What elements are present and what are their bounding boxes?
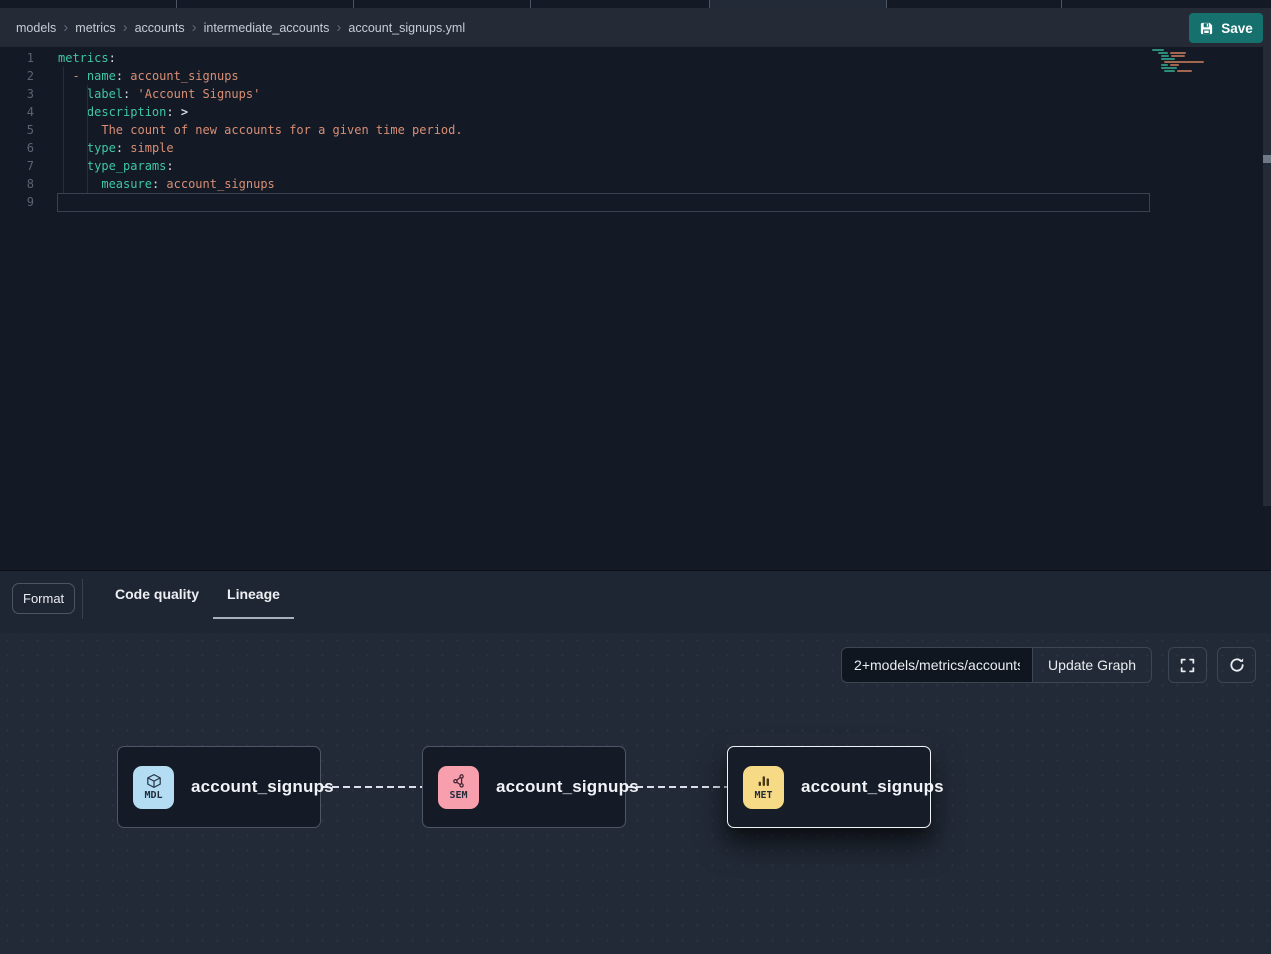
editor-tab[interactable]	[1062, 0, 1271, 8]
node-label: account_signups	[496, 777, 639, 797]
badge-label: MDL	[144, 790, 162, 801]
met-badge: MET	[743, 766, 784, 809]
update-graph-button[interactable]: Update Graph	[1033, 647, 1152, 683]
editor-tab[interactable]	[0, 0, 177, 8]
header-divider	[82, 579, 83, 619]
indent-guide	[87, 85, 88, 193]
line-number: 6	[0, 139, 34, 157]
breadcrumb-bar: models › metrics › accounts › intermediate_acc…	[0, 8, 1271, 47]
breadcrumb-item[interactable]: account_signups.yml	[348, 21, 465, 35]
bar-chart-icon	[756, 773, 772, 789]
tab-code-quality[interactable]: Code quality	[101, 571, 213, 619]
chevron-right-icon: ›	[192, 20, 197, 35]
code-line[interactable]: 8 measure: account_signups	[0, 175, 1271, 193]
editor-tab[interactable]	[531, 0, 710, 8]
editor-tab[interactable]	[354, 0, 531, 8]
editor-scrollbar[interactable]	[1263, 47, 1271, 506]
semantic-model-icon	[451, 773, 467, 789]
chevron-right-icon: ›	[63, 20, 68, 35]
tab-lineage[interactable]: Lineage	[213, 571, 294, 619]
panel-tabs: Code qualityLineage	[101, 571, 294, 619]
chevron-right-icon: ›	[123, 20, 128, 35]
indent-guide	[63, 67, 64, 193]
minimap[interactable]	[1152, 49, 1210, 73]
node-label: account_signups	[801, 777, 944, 797]
ide-window: models › metrics › accounts › intermediate_acc…	[0, 0, 1271, 954]
editor-tab[interactable]	[887, 0, 1062, 8]
editor-tab[interactable]	[177, 0, 354, 8]
code-line[interactable]: 6 type: simple	[0, 139, 1271, 157]
mdl-badge: MDL	[133, 766, 174, 809]
editor-tab[interactable]	[710, 0, 887, 8]
code-line[interactable]: 3 label: 'Account Signups'	[0, 85, 1271, 103]
lineage-node-mdl[interactable]: MDLaccount_signups	[117, 746, 321, 828]
save-button[interactable]: Save	[1189, 13, 1263, 43]
scrollbar-thumb[interactable]	[1263, 155, 1271, 163]
line-number: 4	[0, 103, 34, 121]
line-number: 3	[0, 85, 34, 103]
editor-tab-strip	[0, 0, 1271, 8]
breadcrumb-item[interactable]: intermediate_accounts	[204, 21, 330, 35]
chevron-right-icon: ›	[336, 20, 341, 35]
refresh-icon	[1228, 656, 1246, 674]
lineage-controls: Update Graph	[841, 647, 1256, 683]
save-button-label: Save	[1221, 21, 1253, 36]
code-line[interactable]: 7 type_params:	[0, 157, 1271, 175]
breadcrumb: models › metrics › accounts › intermediate_acc…	[16, 20, 465, 35]
lineage-edge	[625, 786, 727, 788]
lineage-edge	[321, 786, 422, 788]
code-editor[interactable]: 1metrics:2 - name: account_signups3 labe…	[0, 47, 1271, 570]
breadcrumb-item[interactable]: models	[16, 21, 56, 35]
code-line[interactable]: 4 description: >	[0, 103, 1271, 121]
bottom-panel: Format Code qualityLineage Update Graph	[0, 570, 1271, 954]
lineage-node-sem[interactable]: SEMaccount_signups	[422, 746, 626, 828]
breadcrumb-item[interactable]: metrics	[75, 21, 115, 35]
line-number: 1	[0, 49, 34, 67]
badge-label: SEM	[449, 790, 467, 801]
line-number: 5	[0, 121, 34, 139]
code-line[interactable]: 2 - name: account_signups	[0, 67, 1271, 85]
line-number: 9	[0, 193, 34, 211]
code-line[interactable]: 1metrics:	[0, 49, 1271, 67]
breadcrumb-item[interactable]: accounts	[135, 21, 185, 35]
lineage-node-met[interactable]: METaccount_signups	[727, 746, 931, 828]
expand-icon	[1179, 657, 1196, 674]
node-label: account_signups	[191, 777, 334, 797]
line-number: 7	[0, 157, 34, 175]
sem-badge: SEM	[438, 766, 479, 809]
current-line-highlight	[57, 193, 1150, 212]
refresh-button[interactable]	[1217, 647, 1256, 683]
format-button[interactable]: Format	[12, 583, 75, 614]
line-number: 8	[0, 175, 34, 193]
badge-label: MET	[754, 790, 772, 801]
code-line[interactable]: 5 The count of new accounts for a given …	[0, 121, 1271, 139]
line-number: 2	[0, 67, 34, 85]
floppy-disk-icon	[1199, 21, 1214, 36]
cube-icon	[146, 773, 162, 789]
selector-input[interactable]	[841, 647, 1033, 683]
fullscreen-button[interactable]	[1168, 647, 1207, 683]
